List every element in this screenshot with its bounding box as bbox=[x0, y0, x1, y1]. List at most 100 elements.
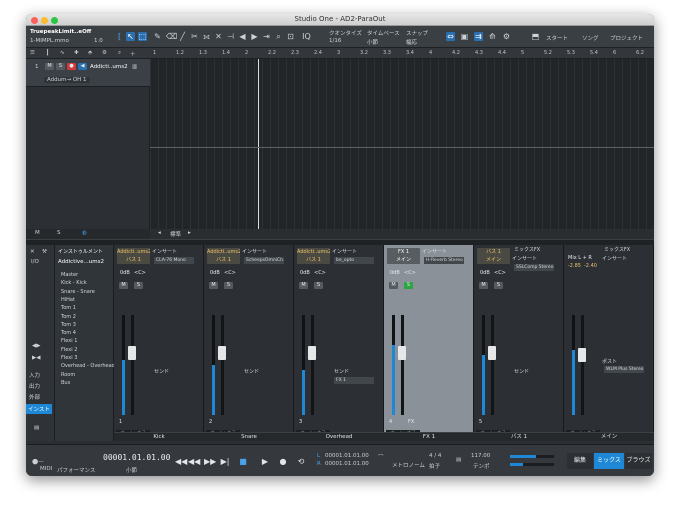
snap-value[interactable]: 幅応 bbox=[406, 38, 417, 46]
zoom-prev-icon[interactable]: ◂ bbox=[158, 230, 161, 236]
metronome-label[interactable]: メトロノーム bbox=[392, 461, 425, 469]
track-output-select[interactable]: Addum→ OH 1 bbox=[44, 77, 90, 83]
wrench-icon[interactable]: ⚒ bbox=[42, 249, 47, 255]
mute-button[interactable]: M bbox=[299, 282, 308, 289]
loop-button[interactable]: ⟲ bbox=[296, 457, 306, 466]
track-mute-button[interactable]: M bbox=[45, 63, 54, 70]
song-button[interactable]: ソング bbox=[582, 34, 599, 42]
settings-gear-icon[interactable]: ⚙ bbox=[502, 32, 511, 41]
nav-item[interactable]: インスト bbox=[26, 404, 52, 414]
strip-name[interactable]: バス 1 メイン bbox=[477, 248, 510, 264]
fader-track[interactable] bbox=[131, 315, 134, 415]
volume-db[interactable]: 0dB bbox=[390, 270, 400, 276]
pan-value[interactable]: <C> bbox=[494, 270, 506, 276]
bend-tool-icon[interactable]: ⊣ bbox=[226, 32, 235, 41]
loop-back-icon[interactable]: ◀◀ bbox=[175, 457, 187, 466]
quantize-icon[interactable]: IQ bbox=[302, 32, 311, 41]
eraser-tool-icon[interactable]: ⌫ bbox=[166, 32, 177, 41]
footer-globe-icon[interactable]: ◍ bbox=[82, 230, 87, 236]
view-settings-icon[interactable]: ⚙ bbox=[102, 50, 107, 56]
mute-button[interactable]: M bbox=[119, 282, 128, 289]
master-volume-slider[interactable] bbox=[510, 455, 554, 458]
instrument-channel-item[interactable]: Overhead - Overhead bbox=[61, 363, 115, 369]
instrument-channel-item[interactable]: Tom 1 bbox=[61, 305, 76, 311]
pan-value[interactable]: <C> bbox=[404, 270, 416, 276]
snap-toggle-icon[interactable]: ⇔ bbox=[446, 32, 455, 41]
left-locator-value[interactable]: 00001.01.01.00 bbox=[325, 453, 369, 459]
instrument-channel-item[interactable]: Flexi 2 bbox=[61, 347, 77, 353]
nav-item[interactable]: 外部 bbox=[29, 393, 40, 401]
metronome-icon[interactable]: ⟰ bbox=[488, 32, 497, 41]
play-button[interactable]: ▶ bbox=[260, 457, 270, 466]
instrument-channel-item[interactable]: Master bbox=[61, 272, 78, 278]
timeline-ruler[interactable]: 1 1.2 1.3 1.4 2 2.2 2.3 2.4 3 3.2 3.3 3.4 4 4.2 4.3 4.4… bbox=[150, 48, 654, 59]
strip-bottom-label[interactable]: Snare bbox=[204, 432, 294, 441]
pencil-tool-icon[interactable]: ✎ bbox=[153, 32, 162, 41]
solo-button[interactable]: S bbox=[404, 282, 413, 289]
footer-solo-label[interactable]: S bbox=[57, 230, 61, 236]
zoom-next-icon[interactable]: ▸ bbox=[188, 230, 191, 236]
fader-handle[interactable] bbox=[578, 348, 586, 362]
strip-bottom-label[interactable]: Kick bbox=[114, 432, 204, 441]
mute-button[interactable]: M bbox=[479, 282, 488, 289]
record-panel-icon[interactable]: ▣ bbox=[460, 32, 469, 41]
insert-slot[interactable]: be_opto bbox=[334, 257, 374, 264]
instrument-channel-item[interactable]: Snare - Snare bbox=[61, 289, 95, 295]
folder-icon[interactable]: ⬘ bbox=[88, 50, 92, 56]
fader-handle[interactable] bbox=[488, 346, 496, 360]
strip-name[interactable]: Addicti..ums2 バス 1 bbox=[117, 248, 150, 264]
fader-track[interactable] bbox=[311, 315, 314, 415]
solo-button[interactable]: S bbox=[494, 282, 503, 289]
start-icon[interactable]: ⬒ bbox=[531, 32, 540, 41]
expand-icon[interactable]: ◀▶ bbox=[32, 343, 40, 349]
start-button[interactable]: スタート bbox=[546, 34, 568, 42]
instrument-channel-item[interactable]: Tom 2 bbox=[61, 314, 76, 320]
rewind-icon[interactable]: ◀◀ bbox=[188, 457, 200, 466]
instrument-channel-item[interactable]: Bus bbox=[61, 380, 70, 386]
strip-route-label[interactable]: メイン bbox=[387, 256, 420, 264]
volume-db[interactable]: 0dB bbox=[300, 270, 310, 276]
console-list-icon[interactable]: ▤ bbox=[34, 425, 39, 431]
arrange-grid[interactable]: ◂ 標準 ▸ bbox=[150, 59, 654, 239]
track-solo-button[interactable]: S bbox=[56, 63, 65, 70]
strip-bottom-label[interactable]: Overhead bbox=[294, 432, 384, 441]
strip-bottom-label[interactable]: FX 1 bbox=[384, 432, 474, 441]
skip-end-icon[interactable]: ▶| bbox=[220, 457, 230, 466]
fader-handle[interactable] bbox=[128, 346, 136, 360]
add-track-icon[interactable]: ✚ bbox=[74, 50, 79, 56]
quantize-value[interactable]: 1/16 bbox=[329, 38, 341, 44]
instrument-channel-item[interactable]: Kick - Kick bbox=[61, 280, 87, 286]
nav-item[interactable]: 出力 bbox=[29, 382, 40, 390]
close-panel-icon[interactable]: ✕ bbox=[30, 249, 35, 255]
insert-slot[interactable]: CLA-76 Mono bbox=[154, 257, 194, 264]
strip-bottom-label[interactable]: バス 1 bbox=[474, 432, 564, 441]
nav-item[interactable]: 入力 bbox=[29, 371, 40, 379]
instrument-name[interactable]: Addictive...ums2 bbox=[58, 259, 104, 265]
track-list-icon[interactable]: ☰ bbox=[30, 50, 35, 56]
fader-track[interactable] bbox=[581, 315, 584, 415]
precount-icon[interactable]: ⌒ bbox=[378, 453, 384, 461]
stop-button[interactable]: ■ bbox=[238, 457, 248, 466]
volume-db[interactable]: 0dB bbox=[120, 270, 130, 276]
pan-value[interactable]: <C> bbox=[224, 270, 236, 276]
fader-handle[interactable] bbox=[308, 346, 316, 360]
listen-tool-icon[interactable]: ◀ bbox=[238, 32, 247, 41]
strip-name[interactable]: FX 1 メイン bbox=[387, 248, 420, 264]
search-icon[interactable]: ⌕ bbox=[118, 50, 121, 57]
track-record-button[interactable]: ● bbox=[67, 63, 76, 70]
fader-track[interactable] bbox=[221, 315, 224, 415]
solo-button[interactable]: S bbox=[314, 282, 323, 289]
strip-route-label[interactable]: メイン bbox=[477, 256, 510, 264]
tempo-value[interactable]: 117.00 bbox=[471, 453, 490, 459]
timebase-value[interactable]: 小節 bbox=[367, 38, 378, 46]
track-monitor-button[interactable]: ◀ bbox=[78, 63, 87, 70]
solo-button[interactable]: S bbox=[134, 282, 143, 289]
fader-handle[interactable] bbox=[218, 346, 226, 360]
strip-route-label[interactable]: バス 1 bbox=[207, 256, 240, 264]
volume-db[interactable]: 0dB bbox=[210, 270, 220, 276]
glue-tool-icon[interactable]: ⟗ bbox=[202, 32, 211, 41]
volume-db[interactable]: 0dB bbox=[480, 270, 490, 276]
track-row[interactable]: 1 M S ● ◀ Addicti..ums2 ▥ Addum→ OH 1 bbox=[26, 59, 150, 87]
skip-tool-icon[interactable]: ⇥ bbox=[262, 32, 271, 41]
fader-track[interactable] bbox=[401, 315, 404, 415]
